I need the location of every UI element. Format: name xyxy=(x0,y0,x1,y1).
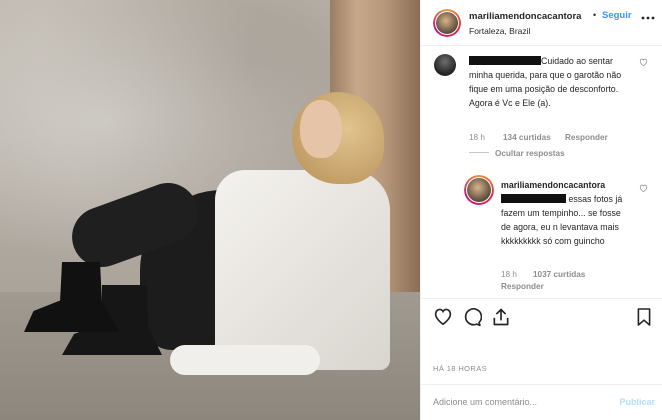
reply-time[interactable]: 18 h xyxy=(501,270,517,279)
heart-icon[interactable] xyxy=(433,307,453,327)
publish-button[interactable]: Publicar xyxy=(619,397,655,407)
comment-icon[interactable] xyxy=(462,307,483,329)
divider-line xyxy=(469,152,489,153)
reply-avatar[interactable] xyxy=(464,175,494,205)
post-actions xyxy=(421,298,662,334)
reply-username[interactable]: mariliamendoncacantora xyxy=(501,180,605,190)
photo-shirt xyxy=(215,170,390,370)
add-comment-bar: Adicione um comentário... Publicar xyxy=(421,384,662,420)
comment-time[interactable]: 18 h xyxy=(469,133,485,142)
post-header: mariliamendoncacantora • Seguir Fortalez… xyxy=(421,0,662,46)
share-icon[interactable] xyxy=(491,307,511,329)
redacted-mention xyxy=(501,194,566,203)
post-photo[interactable] xyxy=(0,0,420,420)
commenter-avatar[interactable] xyxy=(434,54,456,76)
reply-text: essas fotos já fazem um tempinho... se f… xyxy=(501,192,631,248)
reply-reply-button[interactable]: Responder xyxy=(501,282,544,291)
post-location[interactable]: Fortaleza, Brazil xyxy=(469,26,530,36)
reply-like-icon[interactable] xyxy=(639,184,648,194)
comment-text: Cuidado ao sentar minha querida, para qu… xyxy=(469,54,637,110)
comment-like-icon[interactable] xyxy=(639,58,648,68)
photo-cloth xyxy=(170,345,320,375)
comment-reply-button[interactable]: Responder xyxy=(565,133,608,142)
hide-replies-button[interactable]: Ocultar respostas xyxy=(469,149,565,158)
comment-likes[interactable]: 134 curtidas xyxy=(503,133,551,142)
author-avatar[interactable] xyxy=(433,9,461,37)
follow-button[interactable]: Seguir xyxy=(602,10,632,21)
post-sidebar: mariliamendoncacantora • Seguir Fortalez… xyxy=(420,0,662,420)
more-options-icon[interactable] xyxy=(641,8,655,23)
reply-likes[interactable]: 1037 curtidas xyxy=(533,270,585,279)
post-timestamp[interactable]: HÁ 18 HORAS xyxy=(433,364,487,373)
bookmark-icon[interactable] xyxy=(636,307,652,329)
separator-dot: • xyxy=(593,10,597,20)
comment-input[interactable]: Adicione um comentário... xyxy=(433,397,537,407)
photo-face xyxy=(300,100,342,158)
author-username[interactable]: mariliamendoncacantora xyxy=(469,11,581,22)
redacted-username xyxy=(469,56,541,65)
